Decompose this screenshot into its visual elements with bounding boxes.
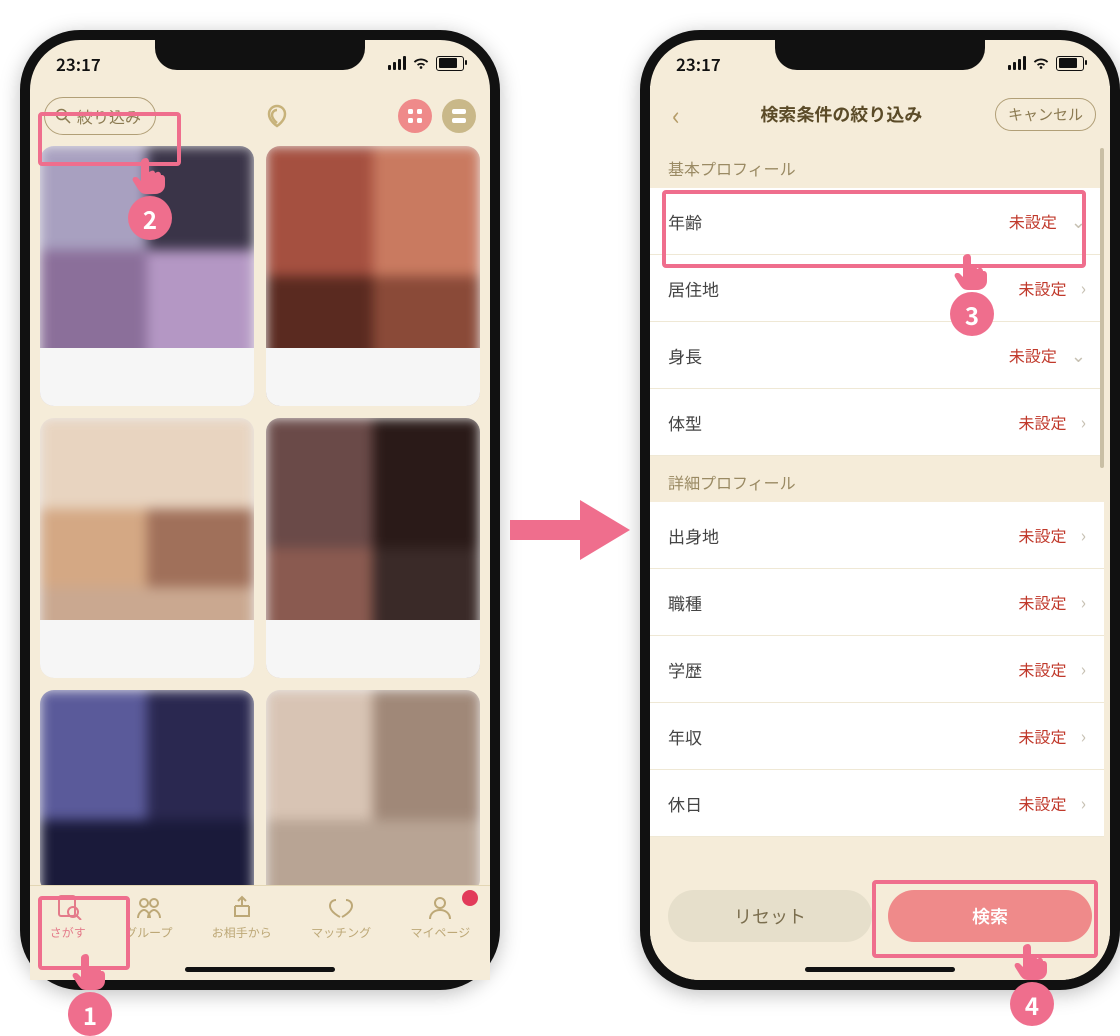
tab-search[interactable]: さがす <box>50 894 86 941</box>
cell-signal-icon <box>1008 56 1026 70</box>
profile-card[interactable] <box>266 418 480 678</box>
list-view-button[interactable] <box>442 99 476 133</box>
filter-row-label: 居住地 <box>668 276 719 301</box>
chevron-right-icon: › <box>1081 275 1086 301</box>
chevron-right-icon: › <box>1081 409 1086 435</box>
chevron-right-icon: › <box>1081 656 1086 682</box>
filter-row[interactable]: 休日 未設定 › <box>650 770 1104 837</box>
search-button[interactable]: 検索 <box>888 890 1092 942</box>
filter-row[interactable]: 学歴 未設定 › <box>650 636 1104 703</box>
callout-number: 2 <box>128 196 172 240</box>
battery-icon <box>1056 56 1084 71</box>
battery-icon <box>436 56 464 71</box>
filter-scroll[interactable]: 基本プロフィール年齢未設定⌄居住地未設定›身長未設定⌄体型未設定›詳細プロフィー… <box>650 142 1104 890</box>
cancel-button[interactable]: キャンセル <box>995 98 1096 131</box>
filter-row[interactable]: 出身地 未設定 › <box>650 502 1104 569</box>
profile-card[interactable] <box>266 690 480 890</box>
profile-grid[interactable] <box>40 146 480 890</box>
callout-number: 4 <box>1010 982 1054 1026</box>
callout-pointer-3: 3 <box>950 256 994 336</box>
filter-row-value: 未設定 <box>1019 791 1067 815</box>
phone-browse-screen: 23:17 絞り込み さがす グループ お相手から マッチング マイページ <box>20 30 500 990</box>
phone-filter-screen: 23:17 ‹ 検索条件の絞り込み キャンセル 基本プロフィール年齢未設定⌄居住… <box>640 30 1120 990</box>
callout-pointer-2: 2 <box>128 160 172 240</box>
home-indicator[interactable] <box>185 967 335 972</box>
profile-card[interactable] <box>40 418 254 678</box>
cell-signal-icon <box>388 56 406 70</box>
tab-label: グループ <box>125 924 172 941</box>
section-header: 詳細プロフィール <box>650 456 1104 502</box>
filter-header: ‹ 検索条件の絞り込み キャンセル <box>650 86 1110 142</box>
filter-row-label: 休日 <box>668 791 702 816</box>
top-bar: 絞り込み <box>30 86 490 146</box>
filter-title: 検索条件の絞り込み <box>760 101 922 127</box>
filter-row-value: 未設定 <box>1019 523 1067 547</box>
notch <box>775 38 985 70</box>
status-time: 23:17 <box>56 51 101 76</box>
grid-view-button[interactable] <box>398 99 432 133</box>
filter-row-label: 出身地 <box>668 523 719 548</box>
chevron-down-icon: ⌄ <box>1071 208 1086 234</box>
tab-from-partner[interactable]: お相手から <box>212 894 272 941</box>
filter-row-label: 年齢 <box>668 209 702 234</box>
filter-row-value: 未設定 <box>1009 209 1057 233</box>
chevron-right-icon: › <box>1081 522 1086 548</box>
tab-mypage[interactable]: マイページ <box>411 894 471 941</box>
filter-row[interactable]: 体型 未設定 › <box>650 389 1104 456</box>
filter-row[interactable]: 年収 未設定 › <box>650 703 1104 770</box>
chevron-right-icon: › <box>1081 723 1086 749</box>
wifi-icon <box>412 56 430 70</box>
filter-row-label: 身長 <box>668 343 702 368</box>
filter-button[interactable]: 絞り込み <box>44 97 156 135</box>
filter-row-label: 体型 <box>668 410 702 435</box>
wifi-icon <box>1032 56 1050 70</box>
filter-row-value: 未設定 <box>1019 657 1067 681</box>
app-logo-icon <box>259 98 295 134</box>
section-header: 基本プロフィール <box>650 142 1104 188</box>
chevron-down-icon: ⌄ <box>1071 342 1086 368</box>
tab-group[interactable]: グループ <box>125 894 172 941</box>
callout-pointer-4: 4 <box>1010 946 1054 1026</box>
search-icon <box>55 108 71 124</box>
filter-row-label: 学歴 <box>668 657 702 682</box>
callout-pointer-1: 1 <box>68 956 112 1036</box>
filter-row-label: 職種 <box>668 590 702 615</box>
home-indicator[interactable] <box>805 967 955 972</box>
tab-label: お相手から <box>212 924 272 941</box>
status-time: 23:17 <box>676 51 721 76</box>
tab-matching[interactable]: マッチング <box>311 894 371 941</box>
profile-card[interactable] <box>266 146 480 406</box>
tab-label: マッチング <box>311 924 371 941</box>
filter-row[interactable]: 身長 未設定 ⌄ <box>650 322 1104 389</box>
tab-label: さがす <box>50 924 86 941</box>
profile-card[interactable] <box>40 690 254 890</box>
filter-button-label: 絞り込み <box>77 104 141 128</box>
tab-label: マイページ <box>411 924 471 941</box>
arrow-icon <box>510 490 630 570</box>
callout-number: 3 <box>950 292 994 336</box>
notification-badge-icon <box>462 890 478 906</box>
filter-row-value: 未設定 <box>1019 410 1067 434</box>
filter-row-label: 年収 <box>668 724 702 749</box>
callout-number: 1 <box>68 992 112 1036</box>
filter-row[interactable]: 居住地 未設定 › <box>650 255 1104 322</box>
filter-row[interactable]: 年齢 未設定 ⌄ <box>650 188 1104 255</box>
filter-row[interactable]: 職種 未設定 › <box>650 569 1104 636</box>
filter-row-value: 未設定 <box>1019 590 1067 614</box>
back-button[interactable]: ‹ <box>664 96 688 133</box>
scrollbar-thumb[interactable] <box>1100 148 1104 468</box>
reset-button[interactable]: リセット <box>668 890 872 942</box>
notch <box>155 38 365 70</box>
filter-row-value: 未設定 <box>1009 343 1057 367</box>
filter-row-value: 未設定 <box>1019 724 1067 748</box>
filter-row-value: 未設定 <box>1019 276 1067 300</box>
chevron-right-icon: › <box>1081 589 1086 615</box>
chevron-right-icon: › <box>1081 790 1086 816</box>
